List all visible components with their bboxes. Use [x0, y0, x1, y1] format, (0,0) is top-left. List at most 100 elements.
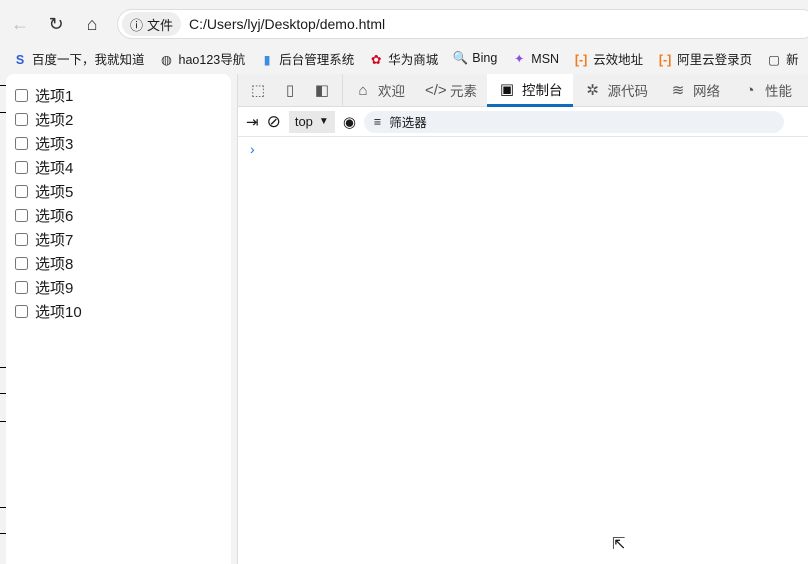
- devtools-tabs: ⬚ ▯ ◧ ⌂ 欢迎 </> 元素 ▣ 控制台 ✲ 源代码 ≋ 网络 ◔ 性能: [238, 73, 808, 107]
- option-item[interactable]: 选项9: [6, 275, 231, 299]
- option-checkbox[interactable]: [15, 112, 28, 126]
- clear-console-icon[interactable]: ⊘: [267, 112, 281, 132]
- bookmark-label: 阿里云登录页: [677, 52, 753, 67]
- bookmark-label: 新: [786, 52, 799, 67]
- dock-icon[interactable]: ◧: [302, 73, 343, 107]
- dropdown-arrow-icon: ▼: [318, 116, 329, 127]
- live-expression-icon[interactable]: ◉: [343, 113, 356, 131]
- tab-icon: </>: [425, 81, 447, 99]
- back-icon[interactable]: ←: [6, 10, 34, 38]
- option-item[interactable]: 选项8: [6, 251, 231, 275]
- url-text[interactable]: C:/Users/lyj/Desktop/demo.html: [189, 16, 385, 32]
- bookmark-icon: ◍: [161, 52, 172, 67]
- bookmark-item[interactable]: ✿ 华为商城: [368, 49, 438, 68]
- option-checkbox[interactable]: [15, 256, 28, 270]
- option-item[interactable]: 选项1: [6, 83, 231, 107]
- bookmark-icon: ▮: [263, 52, 271, 67]
- tab-icon: ✲: [586, 82, 599, 99]
- bookmark-item[interactable]: ◍ hao123导航: [159, 49, 246, 68]
- option-label: 选项1: [35, 87, 74, 105]
- device-toolbar-icon[interactable]: ▯: [278, 74, 302, 107]
- option-checkbox[interactable]: [15, 280, 28, 294]
- option-label: 选项3: [35, 135, 74, 153]
- browser-toolbar: ← ↻ ⌂ ⓘ 文件 C:/Users/lyj/Desktop/demo.html: [0, 0, 808, 42]
- bookmark-icon: ▢: [768, 52, 781, 67]
- option-checkbox[interactable]: [15, 88, 28, 102]
- inspect-icon[interactable]: ⬚: [238, 74, 278, 107]
- option-item[interactable]: 选项3: [6, 131, 231, 155]
- filter-input[interactable]: ≡ 筛选器: [363, 110, 784, 133]
- option-checkbox[interactable]: [15, 304, 28, 318]
- site-info-chip[interactable]: ⓘ 文件: [122, 12, 182, 36]
- bookmark-item[interactable]: ▢ 新: [766, 49, 799, 68]
- tab-label: 元素: [450, 84, 477, 99]
- tab-icon: ⌂: [358, 81, 368, 99]
- tab-label: 网络: [693, 84, 720, 99]
- tab-2[interactable]: ▣ 控制台: [487, 73, 573, 107]
- option-item[interactable]: 选项2: [6, 107, 231, 131]
- bookmark-label: hao123导航: [178, 52, 246, 67]
- option-checkbox[interactable]: [15, 232, 28, 246]
- bookmark-item[interactable]: ✦ MSN: [511, 51, 559, 66]
- file-label: 文件: [147, 17, 174, 33]
- context-select[interactable]: top ▼: [288, 110, 335, 133]
- devtools-panel: ⬚ ▯ ◧ ⌂ 欢迎 </> 元素 ▣ 控制台 ✲ 源代码 ≋ 网络 ◔ 性能 ⇥ ⊘ top ▼ ◉ …: [237, 73, 808, 564]
- bookmark-label: 后台管理系统: [279, 52, 355, 67]
- tab-label: 控制台: [522, 82, 563, 98]
- bookmark-icon: 🔍: [452, 50, 469, 65]
- option-label: 选项9: [35, 279, 74, 297]
- bookmark-label: 云效地址: [593, 52, 644, 67]
- bookmark-item[interactable]: ▮ 后台管理系统: [259, 49, 354, 68]
- option-label: 选项7: [35, 231, 74, 249]
- bookmark-label: 华为商城: [388, 52, 439, 67]
- bookmark-item[interactable]: 🔍 Bing: [452, 51, 497, 66]
- tab-0[interactable]: ⌂ 欢迎: [343, 74, 415, 107]
- option-label: 选项2: [35, 111, 74, 129]
- option-checkbox[interactable]: [15, 184, 28, 198]
- sidebar-toggle-icon[interactable]: ⇥: [246, 113, 259, 131]
- bookmark-item[interactable]: S 百度一下，我就知道: [12, 49, 145, 68]
- bookmark-item[interactable]: [-] 云效地址: [573, 49, 643, 68]
- reload-icon[interactable]: ↻: [42, 10, 70, 38]
- tab-icon: ▣: [499, 80, 515, 98]
- tab-label: 欢迎: [378, 84, 405, 99]
- bookmark-icon: ✿: [371, 52, 382, 67]
- option-label: 选项5: [35, 183, 74, 201]
- option-item[interactable]: 选项4: [6, 155, 231, 179]
- option-label: 选项8: [35, 255, 74, 273]
- tab-3[interactable]: ✲ 源代码: [573, 74, 659, 107]
- option-label: 选项6: [35, 207, 74, 225]
- option-checkbox[interactable]: [15, 208, 28, 222]
- option-item[interactable]: 选项7: [6, 227, 231, 251]
- option-item[interactable]: 选项6: [6, 203, 231, 227]
- page-content: 选项1 选项2 选项3 选项4 选项5 选项6 选项7 选项8 选项9 选项10: [6, 74, 231, 564]
- option-checkbox[interactable]: [15, 136, 28, 150]
- bookmark-icon: S: [15, 52, 25, 67]
- tab-icon: ◔: [745, 81, 755, 99]
- home-icon[interactable]: ⌂: [78, 10, 106, 38]
- bookmarks-bar: S 百度一下，我就知道 ◍ hao123导航 ▮ 后台管理系统 ✿ 华为商城 🔍 Bing ✦ MSN…: [0, 46, 799, 70]
- bookmark-icon: [-]: [658, 52, 672, 67]
- mouse-cursor-icon: ⇱: [612, 536, 626, 553]
- bookmark-label: 百度一下，我就知道: [32, 52, 145, 67]
- tab-5[interactable]: ◔ 性能: [730, 74, 802, 107]
- bookmark-item[interactable]: [-] 阿里云登录页: [657, 49, 752, 68]
- filter-placeholder: 筛选器: [389, 116, 427, 130]
- address-bar[interactable]: ⓘ 文件 C:/Users/lyj/Desktop/demo.html: [117, 9, 808, 39]
- tab-label: 性能: [765, 84, 792, 99]
- bookmark-icon: ✦: [514, 51, 525, 66]
- info-icon: ⓘ: [130, 17, 144, 33]
- console-toolbar: ⇥ ⊘ top ▼ ◉ ≡ 筛选器: [238, 107, 808, 137]
- tab-4[interactable]: ≋ 网络: [658, 74, 730, 107]
- tab-1[interactable]: </> 元素: [415, 74, 487, 107]
- context-value: top: [294, 114, 313, 129]
- bookmark-label: MSN: [531, 51, 560, 66]
- option-item[interactable]: 选项5: [6, 179, 231, 203]
- filter-icon: ≡: [373, 114, 382, 129]
- console-prompt[interactable]: ›: [238, 137, 808, 157]
- option-item[interactable]: 选项10: [6, 299, 231, 323]
- option-label: 选项4: [35, 159, 74, 177]
- option-label: 选项10: [35, 303, 82, 321]
- option-checkbox[interactable]: [15, 160, 28, 174]
- bookmark-icon: [-]: [574, 52, 588, 67]
